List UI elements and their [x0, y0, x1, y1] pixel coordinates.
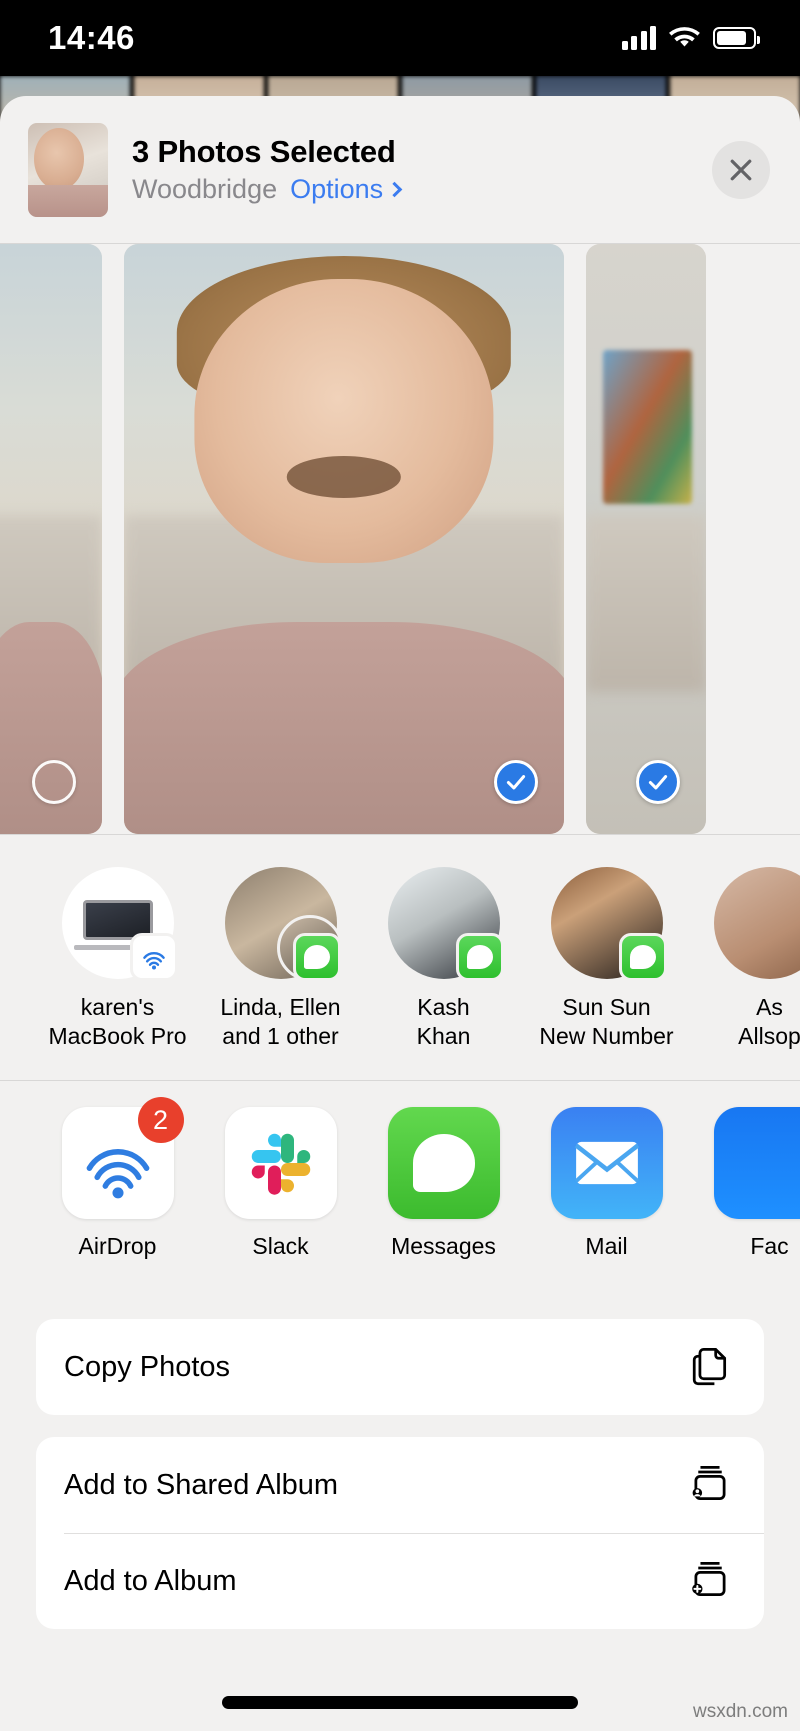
photo-living-room[interactable] [586, 244, 706, 834]
add-album-icon [688, 1557, 732, 1606]
status-indicators [621, 26, 760, 50]
app-label: Fac [750, 1233, 789, 1259]
group-avatar [224, 867, 343, 981]
messages-badge-icon [292, 933, 341, 981]
copy-icon [688, 1343, 732, 1392]
action-label: Add to Shared Album [64, 1468, 339, 1501]
watermark: wsxdn.com [692, 1701, 788, 1722]
airdrop-icon: 2 [61, 1097, 184, 1219]
shared-album-icon [688, 1461, 732, 1510]
action-label: Add to Album [64, 1564, 237, 1597]
action-copy-photos[interactable]: Copy Photos [36, 1319, 764, 1415]
options-label: Options [290, 174, 384, 204]
battery-icon [713, 27, 760, 49]
app-airdrop[interactable]: 2 AirDrop [36, 1097, 199, 1260]
checkmark-icon [506, 775, 526, 790]
action-add-to-album[interactable]: Add to Album [36, 1533, 764, 1629]
photo-selector-selected[interactable] [494, 760, 538, 804]
photo-selector-selected[interactable] [636, 760, 680, 804]
app-label: AirDrop [78, 1233, 157, 1259]
app-facebook[interactable]: Fac [688, 1107, 800, 1260]
contact-sun-sun-new-number[interactable]: Sun Sun New Number [525, 867, 688, 1051]
wifi-icon [669, 27, 700, 47]
close-button[interactable] [712, 140, 770, 199]
contact-label: Kash Khan [416, 994, 471, 1049]
contact-label: As Allsop [738, 994, 800, 1049]
status-bar: 14:46 [0, 0, 800, 76]
contact-label: Sun Sun New Number [539, 994, 674, 1049]
action-add-to-shared-album[interactable]: Add to Shared Album [36, 1437, 764, 1533]
contact-linda-ellen-and-1-other[interactable]: Linda, Ellen and 1 other [199, 867, 362, 1051]
airdrop-badge-count: 2 [137, 1097, 184, 1143]
action-label: Copy Photos [64, 1350, 231, 1383]
contact-label: karen's MacBook Pro [48, 994, 187, 1049]
macbook-pro-icon [61, 867, 178, 981]
app-slack[interactable]: Slack [199, 1107, 362, 1260]
app-label: Messages [391, 1233, 496, 1259]
share-sheet-subtitle: Woodbridge Options [132, 174, 403, 205]
contact-label: Linda, Ellen and 1 other [220, 994, 341, 1049]
facebook-icon [713, 1107, 800, 1219]
apps-row[interactable]: 2 AirDrop Slack Messages Mail Fac [0, 1081, 800, 1301]
action-list: Copy Photos Add to Shared Album Add to A… [0, 1301, 800, 1629]
messages-badge-icon [618, 933, 667, 981]
photo-selector-unselected[interactable] [32, 760, 76, 804]
avatar [387, 867, 504, 981]
mail-icon [550, 1107, 663, 1219]
contacts-row[interactable]: karen's MacBook Pro Linda, Ellen and 1 o… [0, 835, 800, 1080]
photo-location-label: Woodbridge [132, 174, 278, 204]
slack-icon [224, 1107, 337, 1219]
status-time: 14:46 [48, 19, 135, 56]
selected-photo-thumbnail [28, 122, 108, 217]
messages-icon [387, 1107, 500, 1219]
close-icon [730, 159, 752, 180]
action-group-albums: Add to Shared Album Add to Album [36, 1437, 764, 1629]
page-title: 3 Photos Selected [132, 134, 396, 169]
photo-partial-left[interactable] [0, 244, 102, 834]
app-messages[interactable]: Messages [362, 1107, 525, 1260]
avatar [713, 867, 800, 979]
photo-strip[interactable] [0, 244, 800, 834]
cellular-signal-icon [621, 26, 656, 50]
airdrop-badge-icon [129, 933, 178, 981]
options-button[interactable]: Options [290, 174, 403, 205]
avatar [550, 867, 667, 981]
contact-as-allsop[interactable]: As Allsop [688, 867, 800, 1051]
home-indicator [222, 1696, 578, 1709]
photo-child-portrait[interactable] [124, 244, 564, 834]
app-mail[interactable]: Mail [525, 1107, 688, 1260]
share-sheet-header: 3 Photos Selected Woodbridge Options [0, 96, 800, 243]
contact-karens-macbook-pro[interactable]: karen's MacBook Pro [36, 867, 199, 1051]
app-label: Mail [585, 1233, 628, 1259]
app-label: Slack [252, 1233, 309, 1259]
messages-badge-icon [455, 933, 504, 981]
chevron-right-icon [386, 181, 403, 198]
action-group-copy: Copy Photos [36, 1319, 764, 1415]
share-sheet-header-text: 3 Photos Selected Woodbridge Options [132, 134, 403, 205]
contact-kash-khan[interactable]: Kash Khan [362, 867, 525, 1051]
checkmark-icon [648, 775, 668, 790]
share-sheet: 3 Photos Selected Woodbridge Options kar… [0, 96, 800, 1731]
